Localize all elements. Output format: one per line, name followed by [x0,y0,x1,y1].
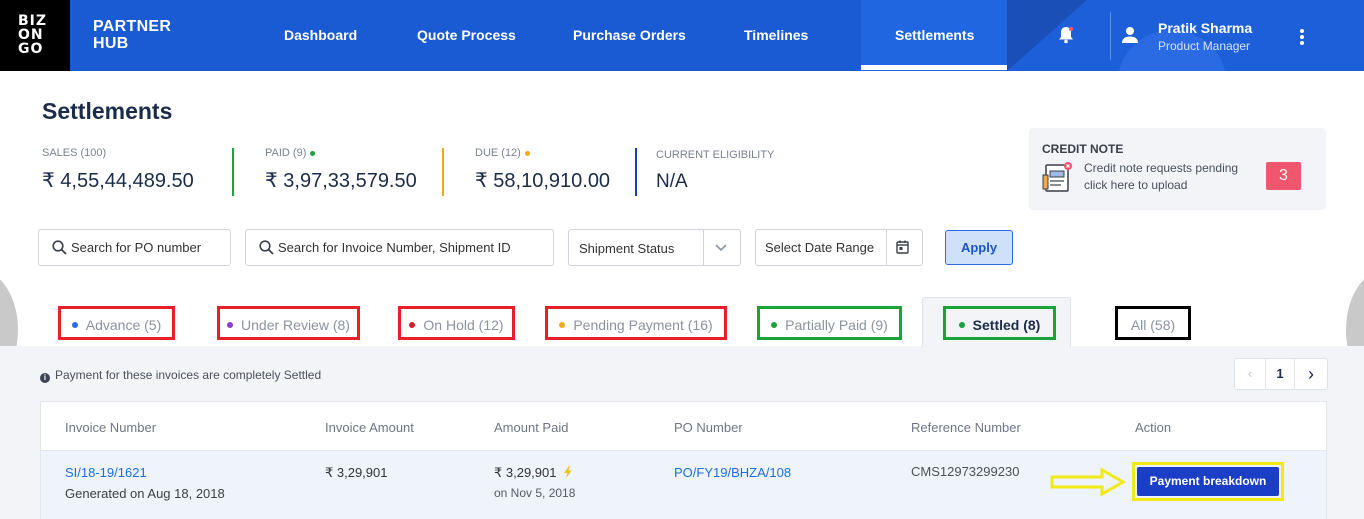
settled-info-message: i Payment for these invoices are complete… [40,368,321,383]
po-number-link[interactable]: PO/FY19/BHZA/108 [674,465,791,480]
po-search-input[interactable]: Search for PO number [38,229,231,266]
due-label: DUE (12) [475,147,530,159]
nav-timelines[interactable]: Timelines [744,0,808,71]
col-reference-number: Reference Number [911,420,1021,435]
credit-note-pending-text: Credit note requests pending [1084,161,1239,175]
credit-note-title: CREDIT NOTE [1042,142,1124,156]
invoice-amount: ₹ 3,29,901 [325,465,388,480]
paid-label: PAID (9) [265,147,316,159]
amount-paid-date: on Nov 5, 2018 [494,486,576,500]
under-review-dot-icon [227,322,234,328]
col-amount-paid: Amount Paid [494,420,569,435]
paid-dot-icon [310,150,316,156]
credit-note-card[interactable]: CREDIT NOTE Credit note requests pending… [1029,128,1326,210]
pagination-prev-button[interactable]: ‹ [1235,359,1265,389]
settled-dot-icon [958,322,965,328]
shipment-status-select[interactable]: Shipment Status [568,229,741,266]
search-icon [259,240,274,255]
nav-purchase-orders[interactable]: Purchase Orders [573,0,686,71]
eligibility-label: CURRENT ELIGIBILITY [656,149,775,161]
more-options-icon[interactable] [1299,28,1305,46]
user-role: Product Manager [1158,39,1251,53]
page-title: Settlements [42,98,173,124]
highlight-arrow-icon [1050,467,1126,497]
nav-active-underline [861,65,1007,70]
due-dot-icon [524,150,530,156]
pagination-page[interactable]: 1 [1265,359,1295,389]
invoice-search-placeholder: Search for Invoice Number, Shipment ID [278,240,511,255]
date-range-picker[interactable]: Select Date Range [755,229,923,266]
invoice-number-link[interactable]: SI/18-19/1621 [65,465,147,480]
credit-note-count-badge: 3 [1266,162,1301,190]
reference-number: CMS12973299230 [911,464,1020,479]
tab-pending-payment[interactable]: Pending Payment (16) [545,306,727,340]
tab-advance[interactable]: Advance (5) [58,306,175,340]
col-action: Action [1135,420,1172,435]
invoice-generated-date: Generated on Aug 18, 2018 [65,486,225,501]
date-range-value: Select Date Range [765,240,875,255]
col-invoice-amount: Invoice Amount [325,420,414,435]
due-value: ₹ 58,10,910.00 [475,170,611,192]
nav-settlements[interactable]: Settlements [895,0,974,71]
eligibility-value: N/A [656,171,688,192]
tab-under-review[interactable]: Under Review (8) [217,306,360,340]
search-icon [52,240,67,255]
tab-on-hold[interactable]: On Hold (12) [398,306,515,340]
settlements-table: Invoice Number Invoice Amount Amount Pai… [40,401,1327,519]
apply-button[interactable]: Apply [945,230,1013,265]
select-separator [703,230,704,265]
col-po-number: PO Number [674,420,743,435]
chevron-down-icon [715,244,727,252]
pending-payment-dot-icon [559,322,566,328]
nav-dashboard[interactable]: Dashboard [284,0,357,71]
credit-note-upload-link[interactable]: click here to upload [1084,178,1187,192]
pagination: ‹ 1 › [1234,358,1328,390]
top-navbar: BIZ ON GO PARTNER HUB Dashboard Quote Pr… [0,0,1364,71]
sales-label: SALES (100) [42,147,107,159]
on-hold-dot-icon [409,322,416,328]
date-separator [886,230,887,265]
user-icon[interactable] [1121,26,1139,44]
invoice-search-input[interactable]: Search for Invoice Number, Shipment ID [245,229,554,266]
calendar-icon [896,240,909,254]
nav-divider [1110,12,1111,60]
advance-dot-icon [71,322,78,328]
bizongo-logo[interactable]: BIZ ON GO [0,0,70,71]
shipment-status-value: Shipment Status [579,241,675,256]
pagination-next-button[interactable]: › [1295,359,1327,389]
sales-value: ₹ 4,55,44,489.50 [42,170,194,192]
due-divider [442,148,444,196]
partner-hub-brand[interactable]: PARTNER HUB [93,18,171,52]
payment-breakdown-button[interactable]: Payment breakdown [1137,467,1279,496]
tab-partially-paid[interactable]: Partially Paid (9) [757,306,902,340]
amount-paid: ₹ 3,29,901 [494,465,573,481]
lightning-icon [564,466,573,478]
paid-divider [232,148,234,196]
paid-value: ₹ 3,97,33,579.50 [265,170,417,192]
eligibility-divider [635,148,637,196]
col-invoice-number: Invoice Number [65,420,157,435]
tab-all[interactable]: All (58) [1115,306,1191,340]
nav-quote-process[interactable]: Quote Process [417,0,516,71]
info-icon: i [40,373,50,383]
po-search-placeholder: Search for PO number [71,240,202,255]
credit-note-document-icon [1042,162,1072,192]
notification-bell-icon[interactable] [1057,26,1075,44]
tab-settled[interactable]: Settled (8) [943,306,1056,340]
partially-paid-dot-icon [771,322,778,328]
user-name[interactable]: Pratik Sharma [1158,20,1252,36]
